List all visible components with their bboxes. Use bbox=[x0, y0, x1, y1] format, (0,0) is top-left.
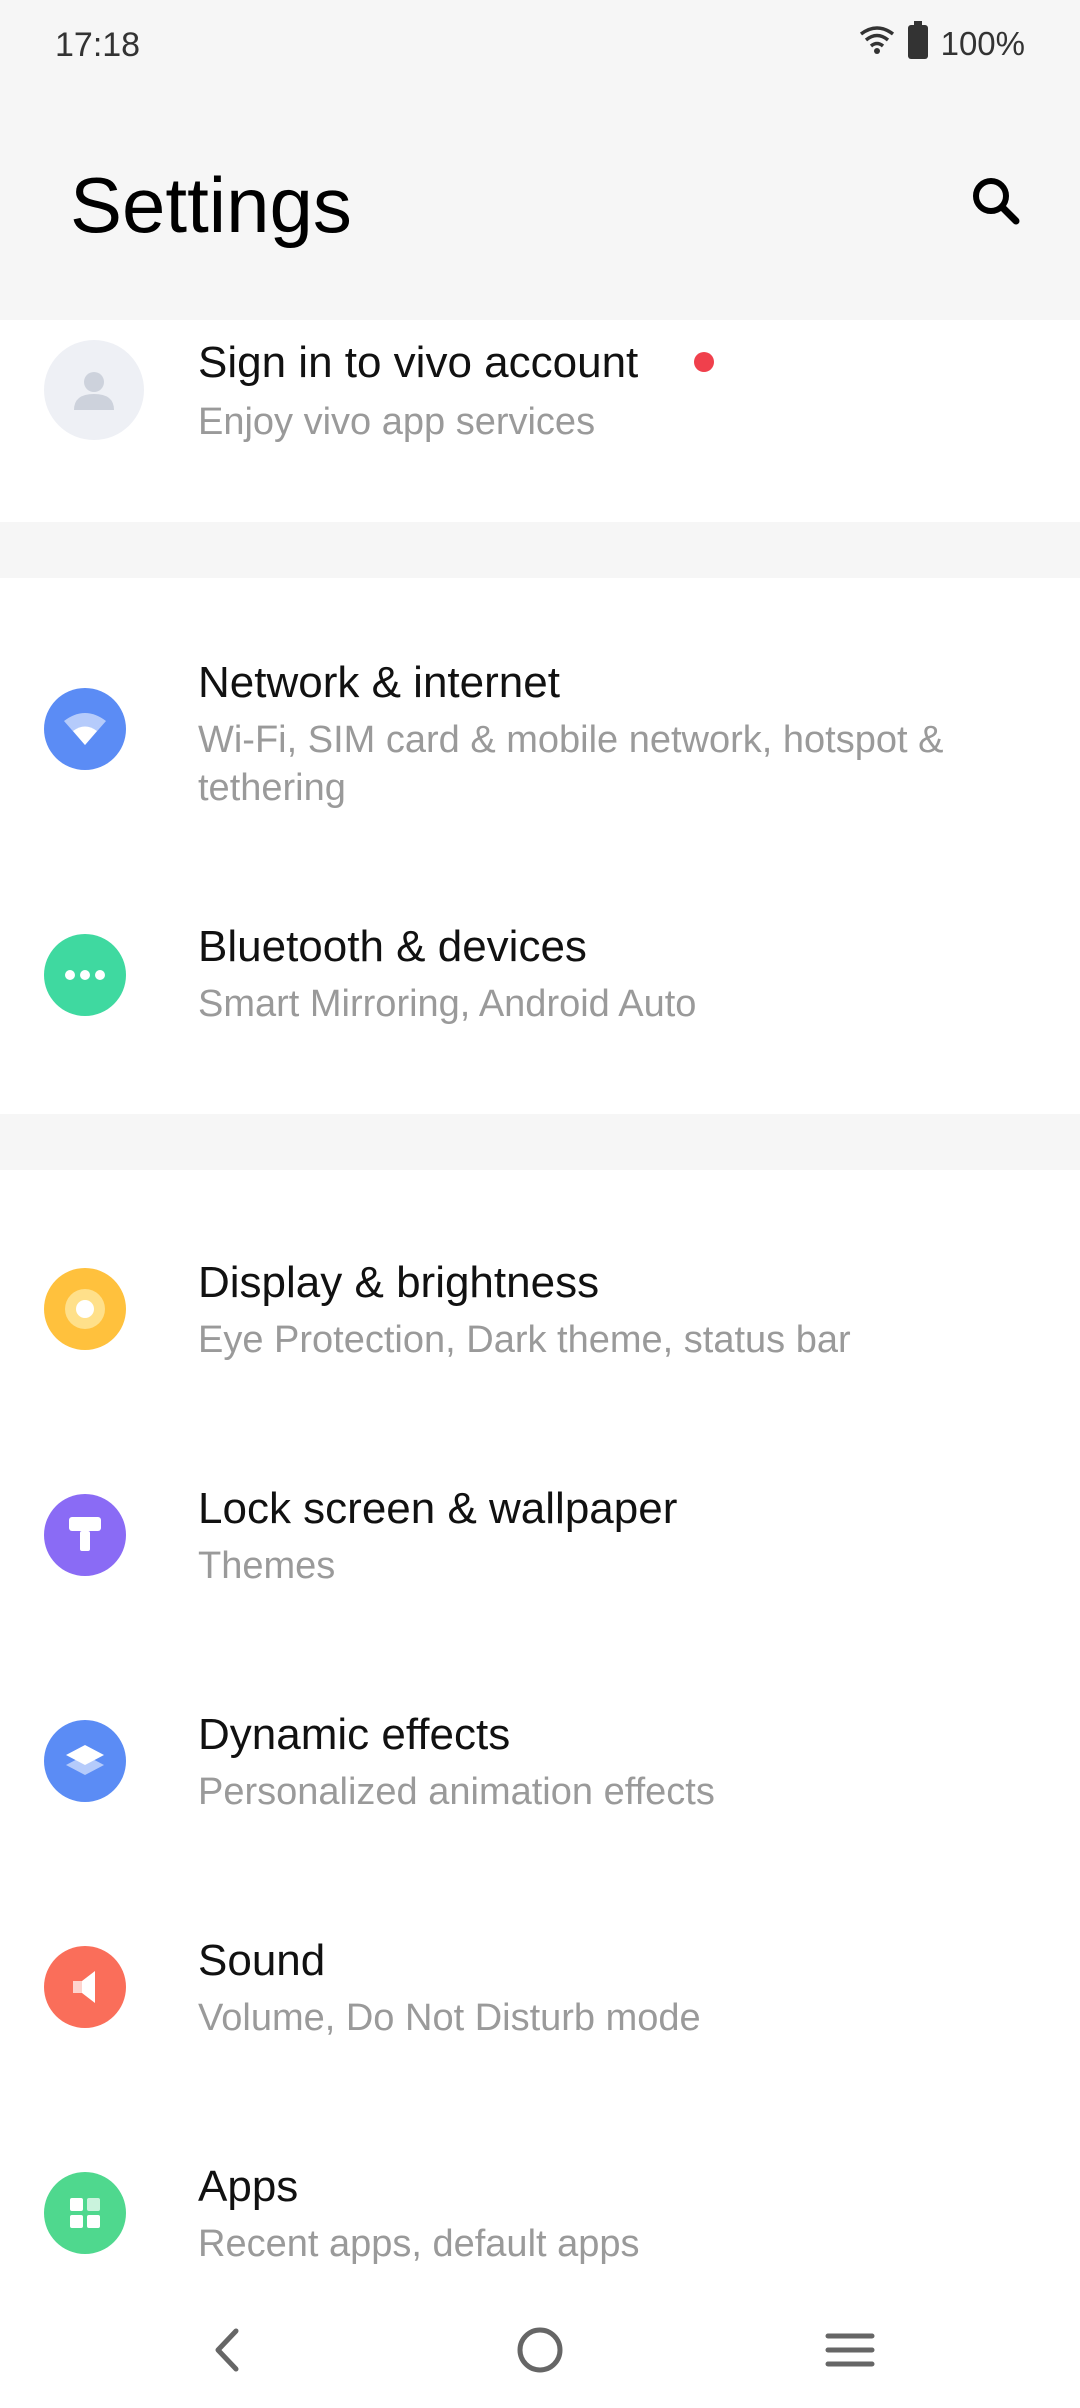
battery-icon bbox=[907, 21, 929, 67]
status-icons: 100% bbox=[859, 21, 1025, 67]
item-subtitle: Eye Protection, Dark theme, status bar bbox=[198, 1319, 851, 1361]
settings-item-bluetooth[interactable]: Bluetooth & devices Smart Mirroring, And… bbox=[0, 838, 1080, 1114]
item-subtitle: Personalized animation effects bbox=[198, 1771, 715, 1813]
item-subtitle: Recent apps, default apps bbox=[198, 2223, 640, 2265]
brightness-icon bbox=[44, 1268, 126, 1350]
item-title: Apps bbox=[198, 2162, 299, 2211]
layers-icon bbox=[44, 1720, 126, 1802]
account-title: Sign in to vivo account bbox=[198, 338, 639, 387]
section-divider bbox=[0, 1114, 1080, 1170]
item-title: Bluetooth & devices bbox=[198, 922, 587, 971]
home-icon bbox=[517, 2327, 563, 2373]
notification-dot bbox=[694, 352, 714, 372]
account-item[interactable]: Sign in to vivo account Enjoy vivo app s… bbox=[0, 320, 1080, 522]
item-title: Sound bbox=[198, 1936, 326, 1985]
settings-item-dynamic-effects[interactable]: Dynamic effects Personalized animation e… bbox=[0, 1622, 1080, 1848]
wifi-signal-icon bbox=[859, 25, 895, 63]
avatar bbox=[44, 340, 144, 440]
speaker-icon bbox=[44, 1946, 126, 2028]
search-icon bbox=[973, 178, 1020, 225]
apps-grid-icon bbox=[44, 2172, 126, 2254]
settings-item-apps[interactable]: Apps Recent apps, default apps bbox=[0, 2074, 1080, 2290]
item-title: Lock screen & wallpaper bbox=[198, 1484, 678, 1533]
item-title: Display & brightness bbox=[198, 1258, 600, 1307]
settings-item-display[interactable]: Display & brightness Eye Protection, Dar… bbox=[0, 1170, 1080, 1396]
item-subtitle: Volume, Do Not Disturb mode bbox=[198, 1997, 701, 2039]
battery-percent: 100% bbox=[940, 25, 1025, 62]
item-title: Network & internet bbox=[198, 658, 560, 707]
home-button[interactable] bbox=[490, 2310, 590, 2390]
dots-icon bbox=[44, 934, 126, 1016]
menu-icon bbox=[825, 2333, 875, 2367]
navigation-bar bbox=[0, 2290, 1080, 2408]
settings-item-sound[interactable]: Sound Volume, Do Not Disturb mode bbox=[0, 1848, 1080, 2074]
item-title: Dynamic effects bbox=[198, 1710, 511, 1759]
status-time: 17:18 bbox=[55, 26, 141, 64]
recents-button[interactable] bbox=[800, 2310, 900, 2390]
account-subtitle: Enjoy vivo app services bbox=[198, 401, 596, 443]
back-button[interactable] bbox=[178, 2310, 278, 2390]
person-icon bbox=[74, 372, 114, 410]
item-subtitle: Themes bbox=[198, 1545, 336, 1587]
item-subtitle: Smart Mirroring, Android Auto bbox=[198, 983, 697, 1025]
search-button[interactable] bbox=[950, 155, 1040, 245]
wifi-icon bbox=[44, 688, 126, 770]
header: Settings bbox=[0, 90, 1080, 320]
brush-icon bbox=[44, 1494, 126, 1576]
status-bar: 17:18 100% bbox=[0, 0, 1080, 90]
back-icon bbox=[215, 2328, 239, 2372]
page-title: Settings bbox=[70, 161, 352, 249]
settings-item-network[interactable]: Network & internet Wi-Fi, SIM card & mob… bbox=[0, 578, 1080, 838]
item-subtitle: Wi-Fi, SIM card & mobile network, hotspo… bbox=[198, 719, 944, 809]
settings-item-lock-screen[interactable]: Lock screen & wallpaper Themes bbox=[0, 1396, 1080, 1622]
section-divider bbox=[0, 522, 1080, 578]
